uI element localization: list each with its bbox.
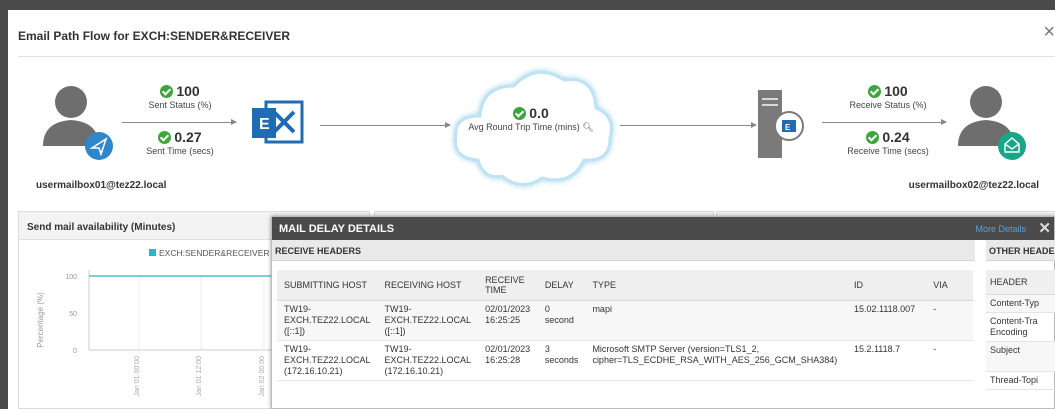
header-cell: Content-Typ [986, 294, 1055, 313]
modal-header: MAIL DELAY DETAILS More Details ✕ [272, 217, 1054, 240]
receive-time-stat: 0.24 Receive Time (secs) [838, 129, 938, 156]
receiving-host-cell: TW19- EXCH.TEZ22.LOCAL (172.16.10.21) [377, 340, 479, 381]
x-tick-label: Jan 01 00:00 [134, 356, 141, 397]
column-header: RECEIVING HOST [377, 270, 479, 301]
receiver-address: usermailbox02@tez22.local [908, 180, 1039, 191]
header-cell: Thread-Topi [986, 371, 1055, 390]
receive-status-label: Receive Status (%) [849, 100, 927, 110]
server-icon: E [758, 90, 804, 158]
type-cell: Microsoft SMTP Server (version=TLS1_2, ci… [585, 340, 847, 381]
via-cell: - [926, 300, 973, 341]
column-header: DELAY [537, 270, 586, 301]
x-tick-label: Jan 02 00:00 [259, 356, 266, 397]
column-header: VIA [926, 270, 973, 301]
legend-swatch [149, 249, 156, 256]
header-cell: Content-Tra Encoding [986, 312, 1055, 342]
check-icon [868, 84, 882, 98]
table-row: Content-Typ [986, 294, 1055, 313]
receive-time-value: 0.24 [882, 129, 910, 145]
table-header-row: SUBMITTING HOST RECEIVING HOST RECEIVE T… [277, 270, 973, 301]
table-header-row: HEADER [986, 270, 1055, 295]
column-header: ID [846, 270, 927, 301]
close-dialog-button[interactable]: × [1043, 22, 1055, 42]
y-tick-label: 100 [65, 274, 77, 281]
column-header: HEADER [986, 270, 1055, 295]
table-row: Content-Tra Encoding [986, 312, 1055, 342]
delay-cell: 0 second [537, 300, 586, 341]
close-modal-button[interactable]: ✕ [1038, 219, 1051, 237]
submitting-host-cell: TW19- EXCH.TEZ22.LOCAL (172.16.10.21) [277, 340, 378, 381]
via-cell: - [926, 340, 973, 381]
sent-time-stat: 0.27 Sent Time (secs) [130, 129, 230, 156]
sent-status-value: 100 [176, 83, 200, 99]
sender-address: usermailbox01@tez22.local [36, 180, 167, 191]
receive-headers-title: RECEIVE HEADERS [272, 240, 975, 261]
arrow [822, 119, 947, 125]
sent-time-label: Sent Time (secs) [146, 146, 214, 156]
legend-label: EXCH:SENDER&RECEIVER [159, 248, 270, 258]
table-row: TW19- EXCH.TEZ22.LOCAL (172.16.10.21) TW19… [277, 340, 973, 381]
sender-avatar-icon [43, 86, 113, 160]
sent-status-label: Sent Status (%) [148, 100, 212, 110]
table-row: Thread-Topi [986, 371, 1055, 390]
svg-text:E: E [259, 116, 270, 133]
availability-chart: Percentage (%) 100 50 0 Jan 01 00:00 Jan 01 1… [36, 270, 289, 397]
id-cell: 15.02.1118.007 [846, 300, 927, 341]
y-axis-label: Percentage (%) [36, 292, 45, 348]
check-icon [158, 130, 172, 144]
sent-status-stat: 100 Sent Status (%) [130, 83, 230, 110]
round-trip-label: Avg Round Trip Time (mins) [468, 122, 580, 132]
column-header: SUBMITTING HOST [277, 270, 378, 301]
other-headers-table: HEADER Content-Typ Content-Tra Encoding … [986, 270, 1055, 390]
column-header: RECEIVE TIME [478, 270, 538, 301]
y-tick-label: 50 [69, 311, 77, 318]
check-icon [513, 106, 527, 120]
receiver-avatar-icon [958, 86, 1026, 160]
table-row: TW19- EXCH.TEZ22.LOCAL ([::1]) TW19- EXCH.T… [277, 300, 973, 341]
header-divider [18, 56, 1055, 57]
type-cell: mapi [585, 300, 847, 341]
submitting-host-cell: TW19- EXCH.TEZ22.LOCAL ([::1]) [277, 300, 378, 341]
header-cell: Subject [986, 341, 1055, 372]
check-icon [866, 130, 880, 144]
dialog-title: Email Path Flow for EXCH:SENDER&RECEIVER [18, 29, 291, 43]
delay-cell: 3 seconds [537, 340, 586, 381]
receiving-host-cell: TW19- EXCH.TEZ22.LOCAL ([::1]) [377, 300, 479, 341]
mail-delay-details-modal: MAIL DELAY DETAILS More Details ✕ RECEIV… [271, 216, 1055, 409]
receive-time-cell: 02/01/2023 16:25:28 [478, 340, 538, 381]
receive-status-value: 100 [884, 83, 908, 99]
arrow [122, 119, 237, 125]
round-trip-value: 0.0 [529, 105, 549, 121]
receive-time-cell: 02/01/2023 16:25:25 [478, 300, 538, 341]
column-header: TYPE [585, 270, 847, 301]
round-trip-stat: 0.0 Avg Round Trip Time (mins) 🔍︎ [456, 105, 606, 133]
y-tick-label: 0 [73, 348, 77, 355]
svg-text:E: E [785, 123, 791, 132]
other-headers-title: OTHER HEADE [986, 240, 1055, 261]
x-tick-label: Jan 01 12:00 [196, 356, 203, 397]
sent-time-value: 0.27 [174, 129, 202, 145]
arrow [320, 122, 451, 128]
exchange-logo-icon: E [252, 100, 304, 144]
search-icon[interactable]: 🔍︎ [582, 122, 593, 132]
receive-status-stat: 100 Receive Status (%) [838, 83, 938, 110]
id-cell: 15.2.1118.7 [846, 340, 927, 381]
arrow [620, 122, 757, 128]
receive-time-label: Receive Time (secs) [847, 146, 929, 156]
modal-title: MAIL DELAY DETAILS [279, 223, 395, 235]
table-row: Subject [986, 341, 1055, 372]
check-icon [160, 84, 174, 98]
receive-headers-table: SUBMITTING HOST RECEIVING HOST RECEIVE T… [277, 270, 973, 381]
chart-legend: EXCH:SENDER&RECEIVER [149, 248, 270, 258]
more-details-link[interactable]: More Details [975, 224, 1026, 234]
